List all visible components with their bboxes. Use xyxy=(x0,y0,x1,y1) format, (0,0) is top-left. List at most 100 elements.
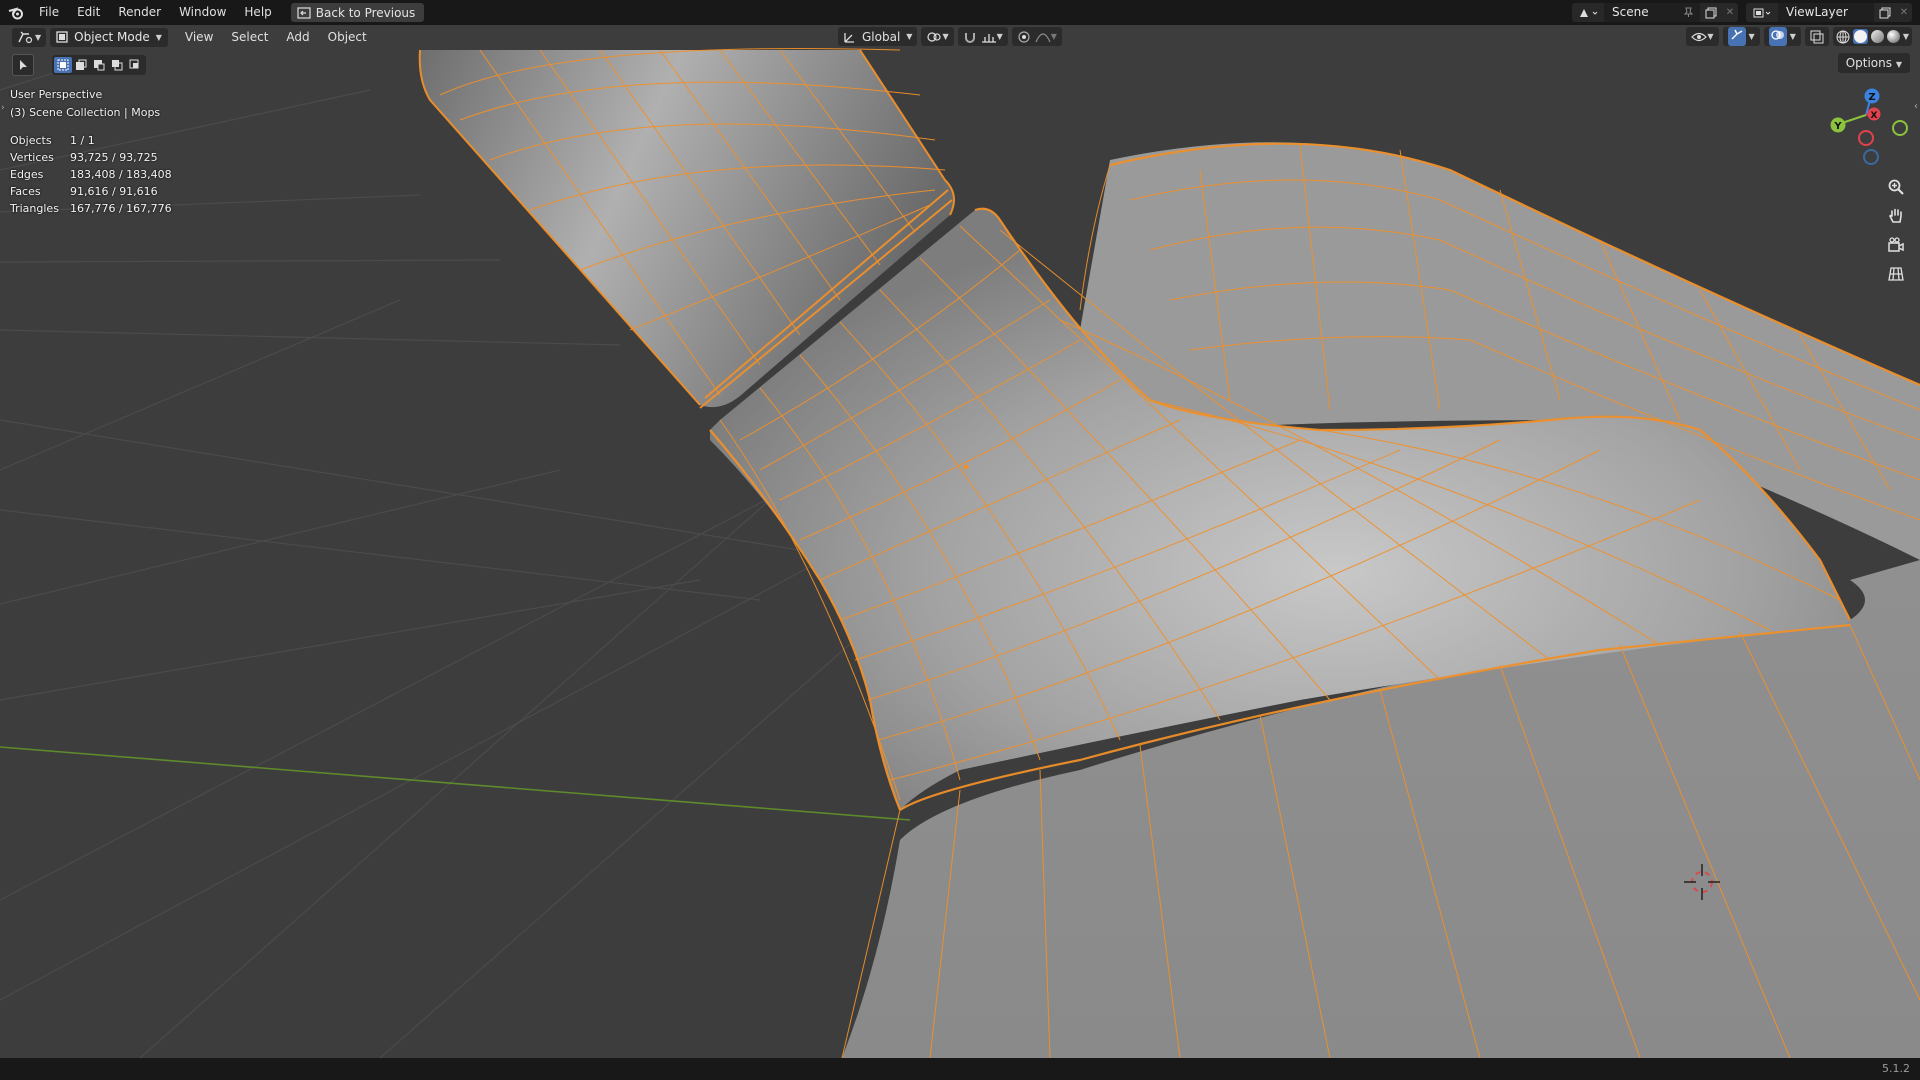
transform-orientation-dropdown[interactable]: Global ▼ xyxy=(838,27,918,46)
stat-label: Faces xyxy=(10,185,41,198)
orientation-global-icon xyxy=(844,32,854,43)
options-label: Options xyxy=(1845,56,1893,70)
interaction-mode-dropdown[interactable]: Object Mode ▼ xyxy=(50,27,168,47)
chevron-down-icon: ▼ xyxy=(155,32,162,42)
active-tool-button[interactable] xyxy=(12,54,34,76)
selectability-visibility-dropdown[interactable]: ▼ xyxy=(1686,27,1719,46)
transform-tools: Global ▼ ▼ ▼ ▼ xyxy=(838,27,1062,46)
menu-window[interactable]: Window xyxy=(170,0,235,25)
delete-viewlayer-icon[interactable]: ✕ xyxy=(1896,3,1912,22)
solid-shading-icon[interactable] xyxy=(1852,29,1868,44)
new-viewlayer-icon[interactable] xyxy=(1874,3,1896,22)
back-to-previous-button[interactable]: Back to Previous xyxy=(290,3,425,22)
overlays-toggle[interactable]: ▼ xyxy=(1763,27,1801,46)
stat-value: 93,725 / 93,725 xyxy=(70,151,158,164)
gizmo-x-label: X xyxy=(1871,111,1878,121)
xray-toggle[interactable] xyxy=(1804,27,1829,46)
menu-object[interactable]: Object xyxy=(319,30,376,44)
viewport-display-tools: ▼ ▼ ▼ ▼ xyxy=(1686,27,1912,46)
version-label: 5.1.2 xyxy=(1882,1062,1910,1075)
camera-view-icon[interactable] xyxy=(1884,233,1908,257)
select-intersect-icon[interactable] xyxy=(126,57,144,73)
pivot-point-dropdown[interactable]: ▼ xyxy=(921,27,954,46)
stat-value: 91,616 / 91,616 xyxy=(70,185,158,198)
eye-icon xyxy=(1691,32,1708,41)
chevron-down-icon: ▼ xyxy=(1895,60,1902,69)
perspective-ortho-grid-icon[interactable] xyxy=(1884,262,1908,286)
chevron-down-icon: ▼ xyxy=(1050,32,1057,41)
zoom-icon[interactable] xyxy=(1884,175,1908,199)
chevron-down-icon: ▼ xyxy=(906,32,913,41)
editor-type-selector[interactable]: ▼ xyxy=(12,27,47,47)
top-menu-bar: File Edit Render Window Help Back to Pre… xyxy=(0,0,1920,25)
pivot-point-icon xyxy=(927,31,942,42)
stat-value: 183,408 / 183,408 xyxy=(70,168,172,181)
snap-magnet-icon[interactable] xyxy=(963,30,977,44)
back-to-previous-label: Back to Previous xyxy=(315,5,416,20)
tool-settings-row xyxy=(12,54,146,76)
stat-label: Vertices xyxy=(10,151,54,164)
gizmo-icon[interactable] xyxy=(1727,27,1746,46)
selection-mode-group xyxy=(52,55,146,75)
delete-scene-icon[interactable]: ✕ xyxy=(1722,3,1738,22)
overlays-icon[interactable] xyxy=(1768,27,1787,46)
pan-hand-icon[interactable] xyxy=(1884,204,1908,228)
stat-row: Triangles 167,776 / 167,776 xyxy=(10,200,172,217)
gizmo-y-label: Y xyxy=(1833,121,1842,132)
snap-increment-icon xyxy=(981,33,996,43)
workspace-selectors: Scene ✕ ViewLayer ✕ xyxy=(1572,0,1920,25)
object-origin xyxy=(963,464,969,470)
options-dropdown[interactable]: Options ▼ xyxy=(1837,53,1910,73)
screen-back-icon xyxy=(297,6,311,19)
stat-row: Objects 1 / 1 xyxy=(10,132,172,149)
menu-help[interactable]: Help xyxy=(235,0,280,25)
cursor-arrow-icon xyxy=(20,60,27,70)
menu-render[interactable]: Render xyxy=(109,0,170,25)
snap-controls[interactable]: ▼ xyxy=(957,27,1008,46)
menu-edit[interactable]: Edit xyxy=(68,0,109,25)
mode-label: Object Mode xyxy=(74,30,150,44)
menu-file[interactable]: File xyxy=(30,0,68,25)
select-extend-icon[interactable] xyxy=(72,57,90,73)
chevron-down-icon[interactable]: ▼ xyxy=(1903,32,1909,41)
chevron-down-icon: ▼ xyxy=(996,32,1003,41)
select-new-icon[interactable] xyxy=(54,57,72,73)
new-scene-icon[interactable] xyxy=(1700,3,1722,22)
select-subtract-icon[interactable] xyxy=(90,57,108,73)
chevron-down-icon: ▼ xyxy=(1789,32,1796,41)
transform-orientation-label: Global xyxy=(862,29,901,44)
xray-icon xyxy=(1810,30,1824,43)
object-mode-icon xyxy=(56,31,68,43)
menu-select[interactable]: Select xyxy=(222,30,277,44)
viewlayer-selector[interactable]: ViewLayer ✕ xyxy=(1746,3,1912,22)
scene-browse-icon[interactable] xyxy=(1572,3,1604,22)
gizmo-toggle[interactable]: ▼ xyxy=(1722,27,1760,46)
3d-viewport[interactable]: Z Y X xyxy=(0,0,1920,1058)
sidebar-toggle-arrow-icon[interactable]: ‹ xyxy=(1914,101,1918,112)
stat-label: Objects xyxy=(10,134,52,147)
select-invert-icon[interactable] xyxy=(108,57,126,73)
menu-add[interactable]: Add xyxy=(277,30,318,44)
material-preview-icon[interactable] xyxy=(1870,30,1884,43)
proportional-editing-controls[interactable]: ▼ xyxy=(1011,27,1062,46)
rendered-shading-icon[interactable] xyxy=(1886,30,1900,43)
chevron-down-icon: ▼ xyxy=(1748,32,1755,41)
wireframe-shading-icon[interactable] xyxy=(1836,30,1850,44)
blender-logo-icon[interactable] xyxy=(8,5,24,21)
viewport-text-overlay: User Perspective (3) Scene Collection | … xyxy=(10,86,172,217)
pin-icon[interactable] xyxy=(1683,7,1694,18)
shading-mode-group: ▼ xyxy=(1832,27,1912,46)
scene-name: Scene xyxy=(1612,5,1649,19)
menu-view[interactable]: View xyxy=(176,30,222,44)
chevron-right-icon[interactable]: › xyxy=(1,103,5,113)
collection-name: (3) Scene Collection | Mops xyxy=(10,106,161,119)
scene-selector[interactable]: Scene ✕ xyxy=(1572,3,1738,22)
3d-view-editor-icon xyxy=(18,31,33,44)
stat-row: Edges 183,408 / 183,408 xyxy=(10,166,172,183)
stat-value: 1 / 1 xyxy=(70,134,95,147)
proportional-editing-icon[interactable] xyxy=(1017,30,1031,44)
chevron-down-icon: ▼ xyxy=(35,32,42,42)
chevron-down-icon: ▼ xyxy=(1707,32,1714,41)
viewlayer-browse-icon[interactable] xyxy=(1746,3,1778,22)
gizmo-z-label: Z xyxy=(1868,92,1875,103)
